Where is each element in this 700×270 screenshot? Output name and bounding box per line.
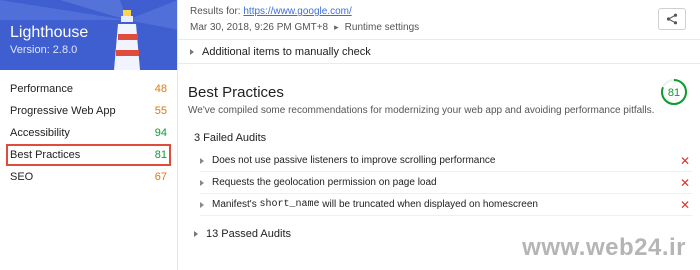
expand-arrow-icon [190, 48, 194, 55]
fail-icon: ✕ [679, 197, 690, 212]
audit-label: Does not use passive listeners to improv… [212, 155, 496, 166]
sidebar-item-label: Progressive Web App [10, 105, 116, 117]
sidebar-item-label: SEO [10, 171, 34, 183]
section-title: Best Practices [188, 84, 284, 101]
share-icon [666, 13, 678, 25]
report-content: Additional items to manually check Best … [178, 40, 700, 270]
additional-items-label: Additional items to manually check [202, 45, 371, 58]
results-for-line: Results for: https://www.google.com/ [190, 6, 352, 17]
sidebar-item-performance[interactable]: Performance 48 [6, 78, 171, 100]
best-practices-section: Best Practices We've compiled some recom… [178, 64, 700, 240]
report-timestamp: Mar 30, 2018, 9:26 PM GMT+8 [190, 22, 329, 33]
sidebar-item-label: Accessibility [10, 127, 70, 139]
sidebar-item-score: 94 [154, 127, 167, 139]
additional-items-row[interactable]: Additional items to manually check [178, 40, 700, 64]
sidebar-item-score: 81 [154, 149, 167, 161]
tested-url-link[interactable]: https://www.google.com/ [243, 6, 351, 17]
sidebar-item-score: 55 [154, 105, 167, 117]
caret-right-icon: ▸ [334, 22, 339, 32]
failed-audit-row[interactable]: Manifest's short_name will be truncated … [200, 194, 692, 216]
audit-label-prefix: Manifest's [212, 199, 257, 210]
report-meta: Mar 30, 2018, 9:26 PM GMT+8 ▸ Runtime se… [190, 22, 419, 33]
app-title: Lighthouse [10, 24, 89, 41]
failed-audit-row[interactable]: Requests the geolocation permission on p… [200, 172, 692, 194]
sidebar-item-label: Best Practices [10, 149, 81, 161]
sidebar-item-score: 67 [154, 171, 167, 183]
report-header: Results for: https://www.google.com/ Mar… [178, 0, 700, 40]
expand-arrow-icon [200, 179, 204, 186]
audit-code: short_name [259, 199, 320, 210]
share-button[interactable] [658, 8, 686, 30]
sidebar-item-best-practices[interactable]: Best Practices 81 [6, 144, 171, 166]
audit-label: Requests the geolocation permission on p… [212, 177, 437, 188]
failed-audits-title[interactable]: 3 Failed Audits [194, 132, 700, 144]
lighthouse-brand-header: Lighthouse Version: 2.8.0 [0, 0, 177, 70]
fail-icon: ✕ [679, 153, 690, 168]
sidebar: Lighthouse Version: 2.8.0 Performance 48… [0, 0, 178, 270]
score-gauge: 81 [661, 79, 687, 105]
sidebar-item-label: Performance [10, 83, 73, 95]
runtime-settings-toggle[interactable]: Runtime settings [345, 22, 419, 33]
app-version: Version: 2.8.0 [10, 44, 78, 56]
sidebar-item-score: 48 [154, 83, 167, 95]
lighthouse-icon [114, 10, 140, 70]
category-nav: Performance 48 Progressive Web App 55 Ac… [0, 78, 177, 188]
sidebar-item-seo[interactable]: SEO 67 [6, 166, 171, 188]
results-for-label: Results for: [190, 6, 241, 17]
expand-arrow-icon [200, 201, 204, 208]
score-gauge-value: 81 [668, 87, 680, 99]
sidebar-item-accessibility[interactable]: Accessibility 94 [6, 122, 171, 144]
watermark: www.web24.ir [522, 234, 686, 261]
passed-audits-label: 13 Passed Audits [206, 228, 292, 240]
expand-arrow-icon [200, 157, 204, 164]
expand-arrow-icon [194, 231, 198, 237]
failed-audit-row[interactable]: Does not use passive listeners to improv… [200, 150, 692, 172]
audit-label-suffix: will be truncated when displayed on home… [322, 199, 538, 210]
section-description: We've compiled some recommendations for … [188, 105, 655, 116]
sidebar-item-progressive-web-app[interactable]: Progressive Web App 55 [6, 100, 171, 122]
fail-icon: ✕ [679, 175, 690, 190]
